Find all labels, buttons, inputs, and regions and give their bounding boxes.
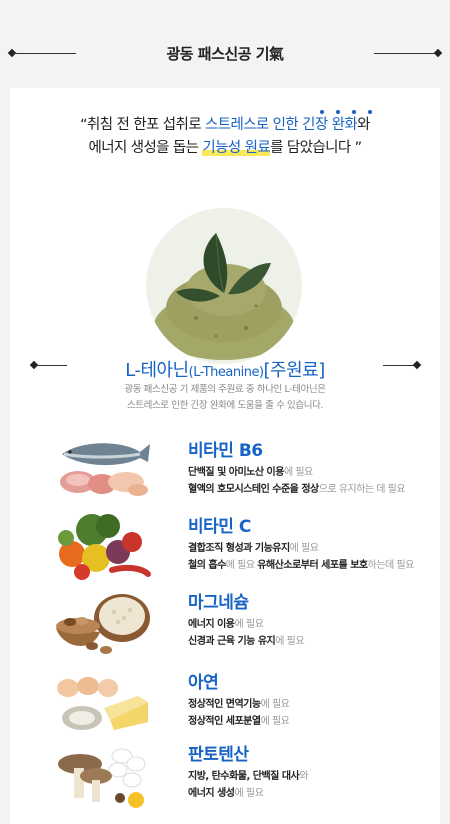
nutrient-name: 판토텐산 xyxy=(188,745,249,765)
quote-highlight-blue: 스트레스로 인한 긴장 완화 xyxy=(204,117,358,133)
headline-quote: “취침 전 한포 섭취로 스트레스로 인한 긴장 완화와 에너지 생성을 돕는 … xyxy=(10,114,440,160)
nutrient-name: 비타민 C xyxy=(188,517,251,537)
nutrient-magnesium: 마그네슘 에너지 이용에 필요 신경과 근육 기능 유지에 필요 xyxy=(10,588,440,668)
nutrient-name: 마그네슘 xyxy=(188,593,249,613)
mushroom-beans-image xyxy=(52,740,152,810)
green-tea-powder-image xyxy=(146,208,302,364)
nutrient-zinc: 아연 정상적인 면역기능에 필요 정상적인 세포분열에 필요 xyxy=(10,668,440,748)
nutrient-desc: 결합조직 형성과 기능유지에 필요 철의 흡수에 필요 유해산소로부터 세포를 … xyxy=(188,543,414,571)
nutrient-vitamin-c: 비타민 C 결합조직 형성과 기능유지에 필요 철의 흡수에 필요 유해산소로부… xyxy=(10,512,440,592)
quote-line-2: 에너지 생성을 돕는 기능성 원료를 담았습니다 ” xyxy=(88,140,362,156)
nutrient-pantothenic-acid: 판토텐산 지방, 탄수화물, 단백질 대사와 에너지 생성에 필요 xyxy=(10,740,440,820)
nutrient-desc: 단백질 및 아미노산 이용에 필요 혈액의 호모시스테인 수준을 정상으로 유지… xyxy=(188,467,406,495)
eggs-cheese-oyster-image xyxy=(52,668,152,738)
nutrient-desc: 에너지 이용에 필요 신경과 근육 기능 유지에 필요 xyxy=(188,619,305,647)
vegetables-image xyxy=(52,512,152,582)
nutrient-vitamin-b6: 비타민 B6 단백질 및 아미노산 이용에 필요 혈액의 호모시스테인 수준을 … xyxy=(10,436,440,516)
theanine-right-line xyxy=(383,365,415,366)
content-card: “취침 전 한포 섭취로 스트레스로 인한 긴장 완화와 에너지 생성을 돕는 … xyxy=(10,88,440,824)
page-header: 광동 패스신공 기氣 xyxy=(0,0,450,90)
fish-meat-image xyxy=(52,436,152,506)
nutrient-name: 아연 xyxy=(188,673,219,693)
nutrient-desc: 지방, 탄수화물, 단백질 대사와 에너지 생성에 필요 xyxy=(188,771,308,799)
quote-line-1: “취침 전 한포 섭취로 스트레스로 인한 긴장 완화와 xyxy=(80,117,370,133)
nuts-grains-image xyxy=(52,588,152,658)
theanine-title: L-테아닌(L-Theanine)[주원료] xyxy=(125,360,325,381)
nutrient-desc: 정상적인 면역기능에 필요 정상적인 세포분열에 필요 xyxy=(188,699,290,727)
theanine-description: 광동 패스신공 기 제품의 주원료 중 하나인 L-테아닌은 스트레스로 인한 … xyxy=(124,384,326,411)
header-right-line xyxy=(374,53,438,54)
quote-highlight-yellow: 기능성 원료 xyxy=(202,140,271,156)
nutrient-name: 비타민 B6 xyxy=(188,441,263,461)
